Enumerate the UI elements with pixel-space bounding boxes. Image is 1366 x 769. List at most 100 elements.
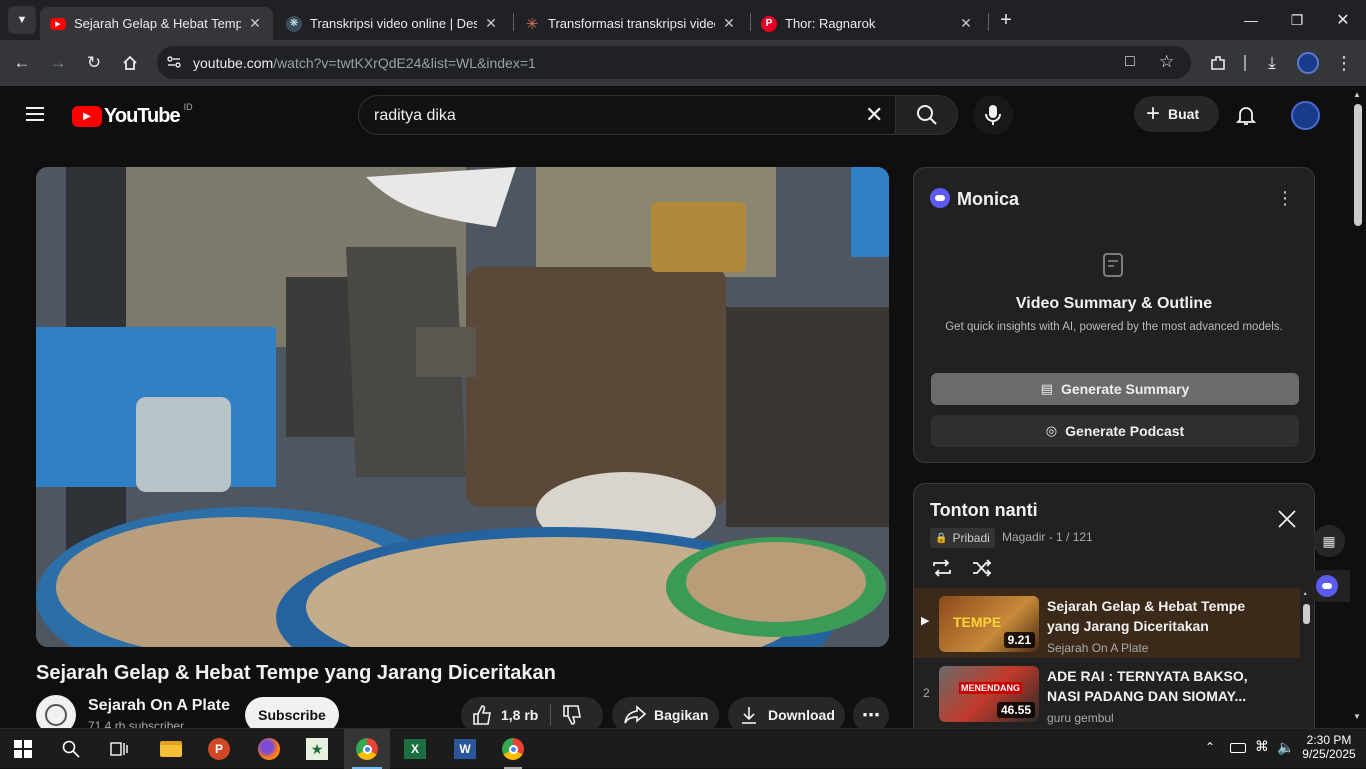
restore-button[interactable]: ❐ bbox=[1274, 6, 1320, 34]
page-scrollbar[interactable]: ▲ ▼ bbox=[1350, 86, 1366, 728]
podcast-icon: ◎ bbox=[1045, 423, 1058, 438]
taskbar-word[interactable]: W bbox=[442, 729, 488, 769]
playlist-item-channel: guru gembul bbox=[1047, 711, 1114, 725]
bell-icon bbox=[1235, 107, 1257, 125]
browser-tab-youtube[interactable]: ▶ Sejarah Gelap & Hebat Tempe y ✕ bbox=[40, 7, 273, 40]
search-input[interactable] bbox=[374, 105, 844, 127]
playlist-item[interactable]: ▶ TEMPE 9.21 Sejarah Gelap & Hebat Tempe… bbox=[914, 588, 1300, 658]
voice-search-button[interactable] bbox=[973, 95, 1013, 135]
clear-search-icon[interactable]: ✕ bbox=[865, 104, 883, 126]
search-button[interactable] bbox=[895, 95, 958, 135]
window-close-button[interactable]: ✕ bbox=[1320, 6, 1366, 34]
youtube-header: ▶ YouTube ID ✕ + Buat bbox=[0, 86, 1350, 144]
taskbar-chrome-active[interactable] bbox=[344, 729, 390, 769]
playlist-scrollbar-thumb[interactable] bbox=[1303, 604, 1310, 624]
more-vert-icon[interactable]: ⋮ bbox=[1276, 188, 1294, 209]
install-app-icon[interactable]: □ bbox=[1125, 53, 1135, 71]
taskbar-search-button[interactable] bbox=[48, 729, 94, 769]
share-icon bbox=[624, 705, 646, 724]
microphone-icon bbox=[985, 105, 1001, 125]
playlist-title[interactable]: Tonton nanti bbox=[930, 500, 1038, 521]
scroll-down-arrow-icon[interactable]: ▼ bbox=[1353, 712, 1361, 721]
download-icon[interactable]: ⤓ bbox=[1260, 51, 1284, 75]
menu-icon[interactable] bbox=[24, 105, 48, 125]
close-icon[interactable]: ✕ bbox=[247, 15, 263, 32]
like-count: 1,8 rb bbox=[501, 707, 539, 723]
taskbar-powerpoint[interactable]: P bbox=[196, 729, 242, 769]
plate-icon bbox=[45, 704, 67, 726]
task-view-button[interactable] bbox=[96, 729, 142, 769]
close-icon[interactable]: ✕ bbox=[958, 15, 974, 32]
playlist-meta: Magadir - 1 / 121 bbox=[1002, 530, 1093, 544]
youtube-logo[interactable]: ▶ YouTube ID bbox=[72, 102, 193, 128]
windows-taskbar: P ★ X W ⌃ ⌘ 🔈 2:30 PM 9/25/2025 bbox=[0, 728, 1366, 769]
profile-avatar[interactable] bbox=[1297, 52, 1319, 74]
browser-tab-pinterest[interactable]: P Thor: Ragnarok ✕ bbox=[751, 7, 984, 40]
back-icon[interactable]: ← bbox=[10, 51, 34, 75]
tab-divider bbox=[988, 13, 989, 31]
monica-heading: Video Summary & Outline bbox=[1015, 295, 1213, 312]
extensions-icon[interactable] bbox=[1206, 51, 1230, 75]
create-button[interactable]: + Buat bbox=[1134, 96, 1219, 132]
taskbar-app-star[interactable]: ★ bbox=[294, 729, 340, 769]
video-player[interactable] bbox=[36, 167, 889, 647]
more-vert-icon[interactable]: ⋮ bbox=[1332, 51, 1356, 75]
browser-tab-desgr[interactable]: ❋ Transkripsi video online | Desgr ✕ bbox=[276, 7, 509, 40]
browser-toolbar: ← → ↻ youtube.com/watch?v=twtKXrQdE24&li… bbox=[0, 40, 1366, 86]
monica-brand: Monica bbox=[957, 189, 1020, 209]
scroll-up-arrow-icon[interactable]: ▲ bbox=[1353, 90, 1361, 99]
generate-podcast-button[interactable]: ◎ Generate Podcast bbox=[931, 415, 1299, 447]
forward-icon[interactable]: → bbox=[46, 51, 70, 75]
generate-summary-button[interactable]: ▤ Generate Summary bbox=[931, 373, 1299, 405]
apps-float-button[interactable]: ▦ bbox=[1313, 525, 1345, 557]
clock[interactable]: 2:30 PM 9/25/2025 bbox=[1300, 733, 1358, 761]
taskbar-excel[interactable]: X bbox=[392, 729, 438, 769]
video-thumbnail: TEMPE 9.21 bbox=[939, 596, 1039, 652]
tab-title: Transkripsi video online | Desgr bbox=[310, 16, 477, 31]
close-icon[interactable]: ✕ bbox=[483, 15, 499, 32]
share-label: Bagikan bbox=[654, 707, 709, 723]
summary-label: Generate Summary bbox=[1060, 381, 1190, 397]
word-icon: W bbox=[454, 739, 476, 759]
notifications-button[interactable] bbox=[1234, 103, 1260, 129]
taskbar-firefox[interactable] bbox=[246, 729, 292, 769]
thumbs-down-icon bbox=[563, 705, 582, 725]
account-avatar[interactable] bbox=[1291, 101, 1320, 130]
monica-float-button[interactable] bbox=[1304, 570, 1350, 602]
loop-icon[interactable] bbox=[930, 556, 954, 580]
home-icon[interactable] bbox=[118, 51, 142, 75]
address-bar[interactable]: youtube.com/watch?v=twtKXrQdE24&list=WL&… bbox=[157, 46, 1191, 79]
close-icon[interactable]: ✕ bbox=[721, 15, 737, 32]
tab-title: Transformasi transkripsi video m bbox=[548, 16, 715, 31]
thumbnail-text: TEMPE bbox=[953, 614, 1002, 630]
more-horiz-icon: ⋯ bbox=[862, 704, 880, 725]
download-label: Download bbox=[768, 707, 835, 723]
url-host: youtube.com bbox=[193, 55, 274, 71]
scrollbar-thumb[interactable] bbox=[1354, 104, 1362, 226]
toolbar-divider bbox=[1244, 55, 1246, 71]
chrome-icon bbox=[356, 738, 378, 760]
shuffle-icon[interactable] bbox=[970, 556, 994, 580]
folder-icon bbox=[160, 741, 182, 757]
clock-time: 2:30 PM bbox=[1306, 733, 1352, 747]
download-icon bbox=[742, 707, 756, 724]
volume-icon[interactable]: 🔈 bbox=[1277, 739, 1294, 756]
reload-icon[interactable]: ↻ bbox=[82, 51, 106, 75]
taskbar-chrome-profile[interactable] bbox=[490, 729, 536, 769]
wifi-icon[interactable]: ⌘ bbox=[1255, 738, 1269, 755]
show-hidden-icons-chevron-icon[interactable]: ⌃ bbox=[1205, 740, 1215, 754]
minimize-button[interactable]: — bbox=[1228, 6, 1274, 34]
browser-tab-claude[interactable]: ✳ Transformasi transkripsi video m ✕ bbox=[514, 7, 747, 40]
monica-logo-icon bbox=[930, 188, 950, 208]
plus-icon: + bbox=[1146, 100, 1161, 127]
battery-icon[interactable] bbox=[1230, 743, 1246, 753]
site-info-icon[interactable] bbox=[166, 54, 182, 70]
channel-name[interactable]: Sejarah On A Plate bbox=[88, 697, 230, 715]
new-tab-button[interactable]: + bbox=[994, 8, 1018, 32]
playlist-item[interactable]: 2 MENENDANG 46.55 ADE RAI : TERNYATA BAK… bbox=[914, 658, 1300, 728]
bookmark-star-icon[interactable]: ☆ bbox=[1159, 52, 1174, 72]
tab-search-button[interactable]: ▼ bbox=[8, 6, 36, 34]
close-icon[interactable] bbox=[1276, 508, 1298, 530]
taskbar-file-explorer[interactable] bbox=[148, 729, 194, 769]
start-button[interactable] bbox=[0, 729, 46, 769]
